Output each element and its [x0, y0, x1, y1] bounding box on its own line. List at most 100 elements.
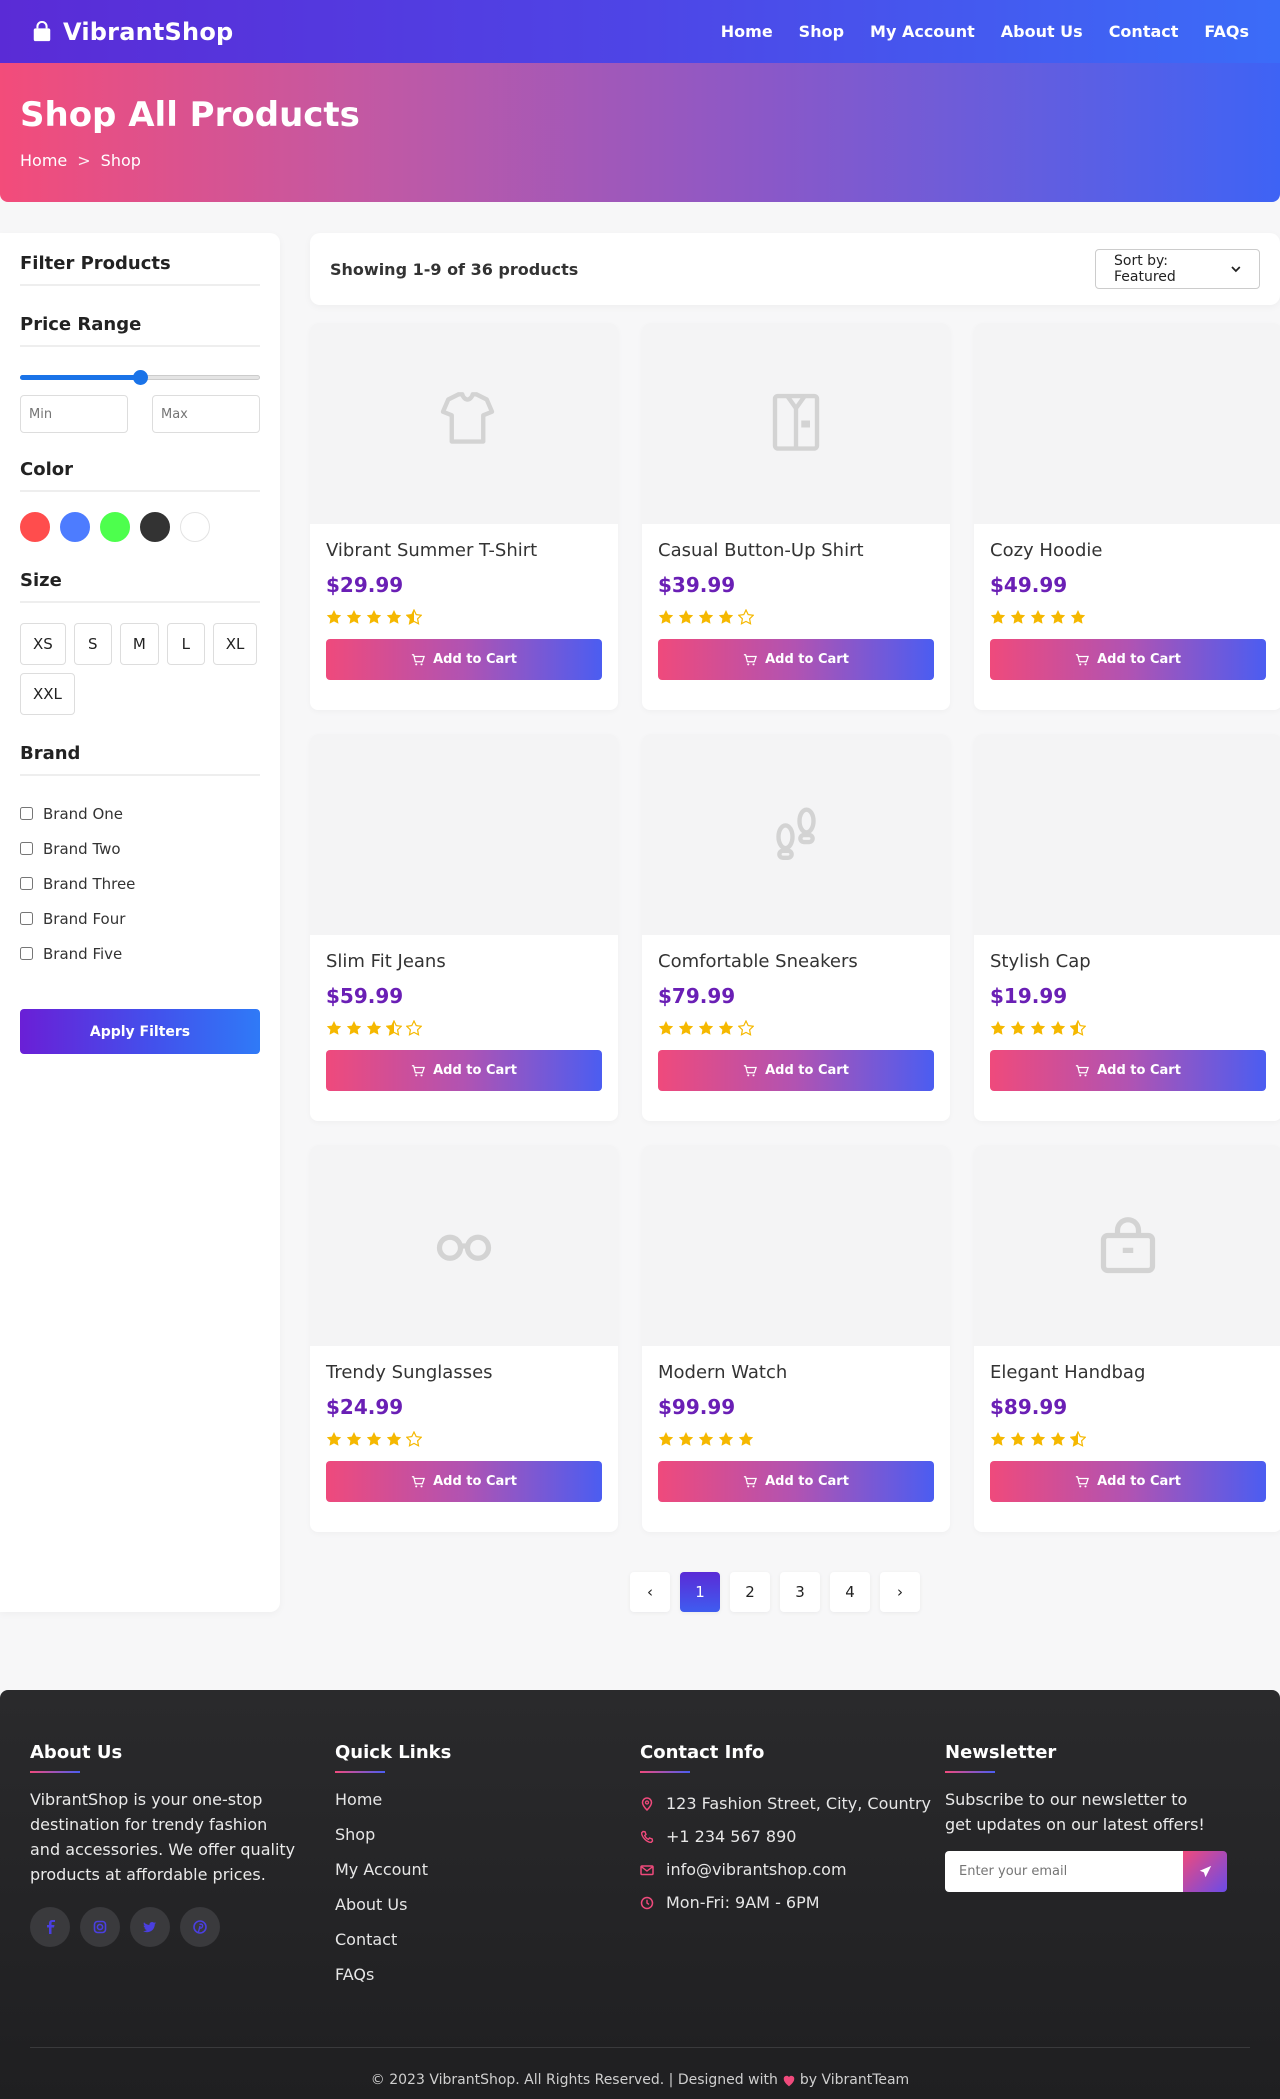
product-image[interactable] — [642, 1145, 950, 1346]
product-card[interactable]: Vibrant Summer T-Shirt $29.99 Add to Cart — [310, 323, 618, 710]
product-card[interactable]: Slim Fit Jeans $59.99 Add to Cart — [310, 734, 618, 1121]
brand-option[interactable]: Brand One — [20, 796, 260, 831]
add-to-cart-button[interactable]: Add to Cart — [990, 1461, 1266, 1502]
product-card[interactable]: Elegant Handbag $89.99 Add to Cart — [974, 1145, 1280, 1532]
product-name[interactable]: Vibrant Summer T-Shirt — [326, 540, 602, 561]
size-option-xxl[interactable]: XXL — [20, 673, 75, 715]
color-swatch[interactable] — [60, 512, 90, 542]
star-full-icon — [346, 610, 362, 624]
pagination-page-2[interactable]: 2 — [730, 1572, 770, 1612]
star-full-icon — [718, 1021, 734, 1035]
pagination-prev-button[interactable]: ‹ — [630, 1572, 670, 1612]
product-image[interactable] — [974, 734, 1280, 935]
add-to-cart-button[interactable]: Add to Cart — [326, 1461, 602, 1502]
size-option-m[interactable]: M — [119, 623, 159, 665]
facebook-link[interactable] — [30, 1907, 70, 1947]
product-name[interactable]: Modern Watch — [658, 1362, 934, 1383]
product-name[interactable]: Trendy Sunglasses — [326, 1362, 602, 1383]
color-swatch[interactable] — [180, 512, 210, 542]
brand-option[interactable]: Brand Three — [20, 866, 260, 901]
brand-option[interactable]: Brand Four — [20, 901, 260, 936]
product-info: Casual Button-Up Shirt $39.99 Add to Cart — [642, 524, 950, 680]
min-price-input[interactable] — [20, 395, 128, 433]
nav-link-shop[interactable]: Shop — [799, 22, 844, 41]
product-card[interactable]: Modern Watch $99.99 Add to Cart — [642, 1145, 950, 1532]
product-name[interactable]: Cozy Hoodie — [990, 540, 1266, 561]
star-empty-icon — [406, 1431, 422, 1447]
brand-option[interactable]: Brand Five — [20, 936, 260, 971]
footer-link-my-account[interactable]: My Account — [335, 1857, 640, 1892]
add-to-cart-button[interactable]: Add to Cart — [990, 639, 1266, 680]
star-half-icon — [1070, 1020, 1086, 1036]
nav-link-about-us[interactable]: About Us — [1001, 22, 1083, 41]
size-option-l[interactable]: L — [166, 623, 205, 665]
product-card[interactable]: Casual Button-Up Shirt $39.99 Add to Cart — [642, 323, 950, 710]
brand-logo[interactable]: VibrantShop — [31, 18, 233, 46]
product-name[interactable]: Casual Button-Up Shirt — [658, 540, 934, 561]
size-option-xs[interactable]: XS — [20, 623, 66, 665]
newsletter-submit-button[interactable] — [1183, 1851, 1227, 1892]
brand-checkbox[interactable] — [20, 912, 33, 925]
brand-label: Brand Three — [43, 874, 136, 893]
add-to-cart-button[interactable]: Add to Cart — [658, 1461, 934, 1502]
pagination-page-1[interactable]: 1 — [680, 1572, 720, 1612]
product-image[interactable] — [974, 1145, 1280, 1346]
max-price-input[interactable] — [152, 395, 260, 433]
product-image[interactable] — [310, 1145, 618, 1346]
product-name[interactable]: Stylish Cap — [990, 951, 1266, 972]
breadcrumb-home[interactable]: Home — [20, 151, 67, 170]
product-name[interactable]: Comfortable Sneakers — [658, 951, 934, 972]
brand-option[interactable]: Brand Two — [20, 831, 260, 866]
add-to-cart-button[interactable]: Add to Cart — [658, 1050, 934, 1091]
brand-checkbox[interactable] — [20, 877, 33, 890]
nav-link-faqs[interactable]: FAQs — [1204, 22, 1249, 41]
nav-link-my-account[interactable]: My Account — [870, 22, 975, 41]
product-image[interactable] — [310, 323, 618, 524]
add-to-cart-button[interactable]: Add to Cart — [326, 639, 602, 680]
footer-link-faqs[interactable]: FAQs — [335, 1962, 640, 1997]
color-swatch[interactable] — [140, 512, 170, 542]
product-card[interactable]: Stylish Cap $19.99 Add to Cart — [974, 734, 1280, 1121]
brand-checkbox[interactable] — [20, 842, 33, 855]
nav-link-contact[interactable]: Contact — [1109, 22, 1179, 41]
nav-link-home[interactable]: Home — [721, 22, 773, 41]
add-to-cart-button[interactable]: Add to Cart — [658, 639, 934, 680]
footer-link-contact[interactable]: Contact — [335, 1927, 640, 1962]
sort-select[interactable]: Sort by: Featured — [1095, 249, 1260, 289]
price-range-title: Price Range — [20, 314, 260, 347]
footer-link-home[interactable]: Home — [335, 1787, 640, 1822]
add-to-cart-button[interactable]: Add to Cart — [990, 1050, 1266, 1091]
pagination-page-4[interactable]: 4 — [830, 1572, 870, 1612]
size-option-xl[interactable]: XL — [212, 623, 258, 665]
add-to-cart-button[interactable]: Add to Cart — [326, 1050, 602, 1091]
brand-checkbox[interactable] — [20, 807, 33, 820]
footer-link-about-us[interactable]: About Us — [335, 1892, 640, 1927]
star-full-icon — [678, 610, 694, 624]
price-range-slider[interactable] — [20, 367, 260, 387]
product-card[interactable]: Cozy Hoodie $49.99 Add to Cart — [974, 323, 1280, 710]
product-image[interactable] — [310, 734, 618, 935]
slider-thumb[interactable] — [133, 370, 148, 385]
product-image[interactable] — [642, 323, 950, 524]
footer-link-shop[interactable]: Shop — [335, 1822, 640, 1857]
product-image[interactable] — [642, 734, 950, 935]
product-image[interactable] — [974, 323, 1280, 524]
star-full-icon — [658, 1021, 674, 1035]
size-option-s[interactable]: S — [73, 623, 112, 665]
pagination-page-3[interactable]: 3 — [780, 1572, 820, 1612]
star-full-icon — [990, 1432, 1006, 1446]
pinterest-link[interactable] — [180, 1907, 220, 1947]
product-card[interactable]: Trendy Sunglasses $24.99 Add to Cart — [310, 1145, 618, 1532]
product-card[interactable]: Comfortable Sneakers $79.99 Add to Cart — [642, 734, 950, 1121]
product-name[interactable]: Elegant Handbag — [990, 1362, 1266, 1383]
color-swatch[interactable] — [20, 512, 50, 542]
cart-icon — [411, 1475, 426, 1487]
color-swatch[interactable] — [100, 512, 130, 542]
product-name[interactable]: Slim Fit Jeans — [326, 951, 602, 972]
apply-filters-button[interactable]: Apply Filters — [20, 1009, 260, 1054]
pagination-next-button[interactable]: › — [880, 1572, 920, 1612]
newsletter-email-input[interactable] — [945, 1851, 1183, 1892]
brand-checkbox[interactable] — [20, 947, 33, 960]
instagram-link[interactable] — [80, 1907, 120, 1947]
twitter-link[interactable] — [130, 1907, 170, 1947]
